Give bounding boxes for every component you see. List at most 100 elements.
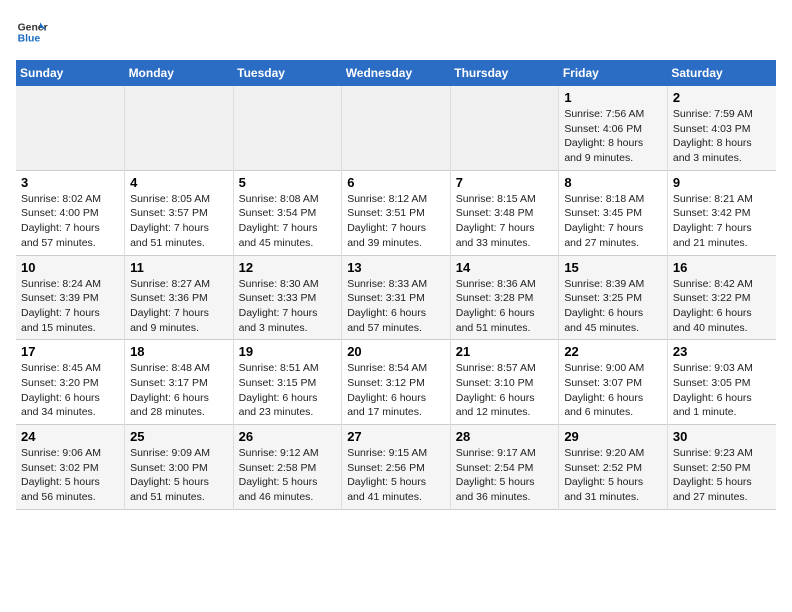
day-info: Sunrise: 8:51 AM Sunset: 3:15 PM Dayligh…	[239, 361, 337, 420]
day-number: 22	[564, 344, 662, 359]
weekday-tuesday: Tuesday	[233, 60, 342, 86]
day-info: Sunrise: 9:12 AM Sunset: 2:58 PM Dayligh…	[239, 446, 337, 505]
calendar-cell: 1Sunrise: 7:56 AM Sunset: 4:06 PM Daylig…	[559, 86, 668, 170]
day-number: 7	[456, 175, 554, 190]
calendar-cell: 29 Sunrise: 9:20 AM Sunset: 2:52 PM Dayli…	[559, 425, 668, 510]
calendar-cell	[16, 86, 125, 170]
day-info: Sunrise: 8:02 AM Sunset: 4:00 PM Dayligh…	[21, 192, 119, 251]
day-number: 23	[673, 344, 771, 359]
calendar-cell: 28 Sunrise: 9:17 AM Sunset: 2:54 PM Dayli…	[450, 425, 559, 510]
weekday-saturday: Saturday	[667, 60, 776, 86]
day-info: Sunrise: 7:59 AM Sunset: 4:03 PM Dayligh…	[673, 107, 771, 166]
calendar-week-5: 24 Sunrise: 9:06 AM Sunset: 3:02 PM Dayli…	[16, 425, 776, 510]
day-info: Sunrise: 8:57 AM Sunset: 3:10 PM Dayligh…	[456, 361, 554, 420]
calendar-cell: 22 Sunrise: 9:00 AM Sunset: 3:07 PM Dayli…	[559, 340, 668, 425]
day-number: 13	[347, 260, 445, 275]
day-info: Sunrise: 8:48 AM Sunset: 3:17 PM Dayligh…	[130, 361, 228, 420]
calendar-cell	[450, 86, 559, 170]
day-number: 18	[130, 344, 228, 359]
day-number: 26	[239, 429, 337, 444]
calendar-cell: 13 Sunrise: 8:33 AM Sunset: 3:31 PM Dayli…	[342, 255, 451, 340]
day-number: 27	[347, 429, 445, 444]
calendar-cell: 4 Sunrise: 8:05 AM Sunset: 3:57 PM Daylig…	[125, 170, 234, 255]
day-info: Sunrise: 8:24 AM Sunset: 3:39 PM Dayligh…	[21, 277, 119, 336]
logo: General Blue	[16, 16, 48, 48]
day-number: 15	[564, 260, 662, 275]
day-number: 2	[673, 90, 771, 105]
weekday-thursday: Thursday	[450, 60, 559, 86]
calendar-week-2: 3Sunrise: 8:02 AM Sunset: 4:00 PM Daylig…	[16, 170, 776, 255]
day-number: 20	[347, 344, 445, 359]
calendar-cell	[125, 86, 234, 170]
calendar-cell: 19 Sunrise: 8:51 AM Sunset: 3:15 PM Dayli…	[233, 340, 342, 425]
calendar-cell: 9 Sunrise: 8:21 AM Sunset: 3:42 PM Daylig…	[667, 170, 776, 255]
day-number: 9	[673, 175, 771, 190]
day-number: 1	[564, 90, 662, 105]
calendar-cell: 11 Sunrise: 8:27 AM Sunset: 3:36 PM Dayli…	[125, 255, 234, 340]
day-number: 4	[130, 175, 228, 190]
calendar-cell: 14Sunrise: 8:36 AM Sunset: 3:28 PM Dayli…	[450, 255, 559, 340]
day-info: Sunrise: 8:45 AM Sunset: 3:20 PM Dayligh…	[21, 361, 119, 420]
day-number: 16	[673, 260, 771, 275]
day-info: Sunrise: 9:20 AM Sunset: 2:52 PM Dayligh…	[564, 446, 662, 505]
day-number: 14	[456, 260, 554, 275]
day-number: 12	[239, 260, 337, 275]
day-info: Sunrise: 9:17 AM Sunset: 2:54 PM Dayligh…	[456, 446, 554, 505]
calendar-week-4: 17 Sunrise: 8:45 AM Sunset: 3:20 PM Dayli…	[16, 340, 776, 425]
day-number: 30	[673, 429, 771, 444]
calendar-cell: 10 Sunrise: 8:24 AM Sunset: 3:39 PM Dayli…	[16, 255, 125, 340]
calendar-cell: 24 Sunrise: 9:06 AM Sunset: 3:02 PM Dayli…	[16, 425, 125, 510]
day-info: Sunrise: 9:06 AM Sunset: 3:02 PM Dayligh…	[21, 446, 119, 505]
weekday-header: SundayMondayTuesdayWednesdayThursdayFrid…	[16, 60, 776, 86]
day-number: 11	[130, 260, 228, 275]
day-info: Sunrise: 8:27 AM Sunset: 3:36 PM Dayligh…	[130, 277, 228, 336]
calendar-cell: 18 Sunrise: 8:48 AM Sunset: 3:17 PM Dayli…	[125, 340, 234, 425]
svg-text:Blue: Blue	[18, 34, 41, 45]
day-info: Sunrise: 9:15 AM Sunset: 2:56 PM Dayligh…	[347, 446, 445, 505]
day-number: 25	[130, 429, 228, 444]
day-info: Sunrise: 9:03 AM Sunset: 3:05 PM Dayligh…	[673, 361, 771, 420]
weekday-wednesday: Wednesday	[342, 60, 451, 86]
weekday-friday: Friday	[559, 60, 668, 86]
header: General Blue	[16, 16, 776, 48]
calendar-cell: 30 Sunrise: 9:23 AM Sunset: 2:50 PM Dayli…	[667, 425, 776, 510]
calendar-cell: 17 Sunrise: 8:45 AM Sunset: 3:20 PM Dayli…	[16, 340, 125, 425]
calendar-cell: 7 Sunrise: 8:15 AM Sunset: 3:48 PM Daylig…	[450, 170, 559, 255]
calendar-cell	[233, 86, 342, 170]
calendar-cell: 25 Sunrise: 9:09 AM Sunset: 3:00 PM Dayli…	[125, 425, 234, 510]
day-info: Sunrise: 8:30 AM Sunset: 3:33 PM Dayligh…	[239, 277, 337, 336]
calendar-cell: 2 Sunrise: 7:59 AM Sunset: 4:03 PM Daylig…	[667, 86, 776, 170]
day-number: 28	[456, 429, 554, 444]
day-info: Sunrise: 8:18 AM Sunset: 3:45 PM Dayligh…	[564, 192, 662, 251]
weekday-monday: Monday	[125, 60, 234, 86]
calendar-cell: 20Sunrise: 8:54 AM Sunset: 3:12 PM Dayli…	[342, 340, 451, 425]
day-number: 17	[21, 344, 119, 359]
calendar-week-1: 1Sunrise: 7:56 AM Sunset: 4:06 PM Daylig…	[16, 86, 776, 170]
calendar-cell: 8 Sunrise: 8:18 AM Sunset: 3:45 PM Daylig…	[559, 170, 668, 255]
calendar-table: SundayMondayTuesdayWednesdayThursdayFrid…	[16, 60, 776, 510]
day-info: Sunrise: 8:12 AM Sunset: 3:51 PM Dayligh…	[347, 192, 445, 251]
day-number: 29	[564, 429, 662, 444]
calendar-week-3: 10 Sunrise: 8:24 AM Sunset: 3:39 PM Dayli…	[16, 255, 776, 340]
calendar-cell: 6 Sunrise: 8:12 AM Sunset: 3:51 PM Daylig…	[342, 170, 451, 255]
day-number: 10	[21, 260, 119, 275]
calendar-cell: 23 Sunrise: 9:03 AM Sunset: 3:05 PM Dayli…	[667, 340, 776, 425]
weekday-sunday: Sunday	[16, 60, 125, 86]
day-info: Sunrise: 8:15 AM Sunset: 3:48 PM Dayligh…	[456, 192, 554, 251]
calendar-cell: 27 Sunrise: 9:15 AM Sunset: 2:56 PM Dayli…	[342, 425, 451, 510]
day-info: Sunrise: 8:05 AM Sunset: 3:57 PM Dayligh…	[130, 192, 228, 251]
calendar-cell: 21 Sunrise: 8:57 AM Sunset: 3:10 PM Dayli…	[450, 340, 559, 425]
day-info: Sunrise: 9:00 AM Sunset: 3:07 PM Dayligh…	[564, 361, 662, 420]
day-info: Sunrise: 8:33 AM Sunset: 3:31 PM Dayligh…	[347, 277, 445, 336]
day-number: 24	[21, 429, 119, 444]
day-number: 6	[347, 175, 445, 190]
day-number: 8	[564, 175, 662, 190]
day-number: 21	[456, 344, 554, 359]
calendar-cell: 3Sunrise: 8:02 AM Sunset: 4:00 PM Daylig…	[16, 170, 125, 255]
day-info: Sunrise: 8:42 AM Sunset: 3:22 PM Dayligh…	[673, 277, 771, 336]
day-info: Sunrise: 9:09 AM Sunset: 3:00 PM Dayligh…	[130, 446, 228, 505]
day-info: Sunrise: 9:23 AM Sunset: 2:50 PM Dayligh…	[673, 446, 771, 505]
day-number: 19	[239, 344, 337, 359]
day-info: Sunrise: 8:21 AM Sunset: 3:42 PM Dayligh…	[673, 192, 771, 251]
logo-icon: General Blue	[16, 16, 48, 48]
